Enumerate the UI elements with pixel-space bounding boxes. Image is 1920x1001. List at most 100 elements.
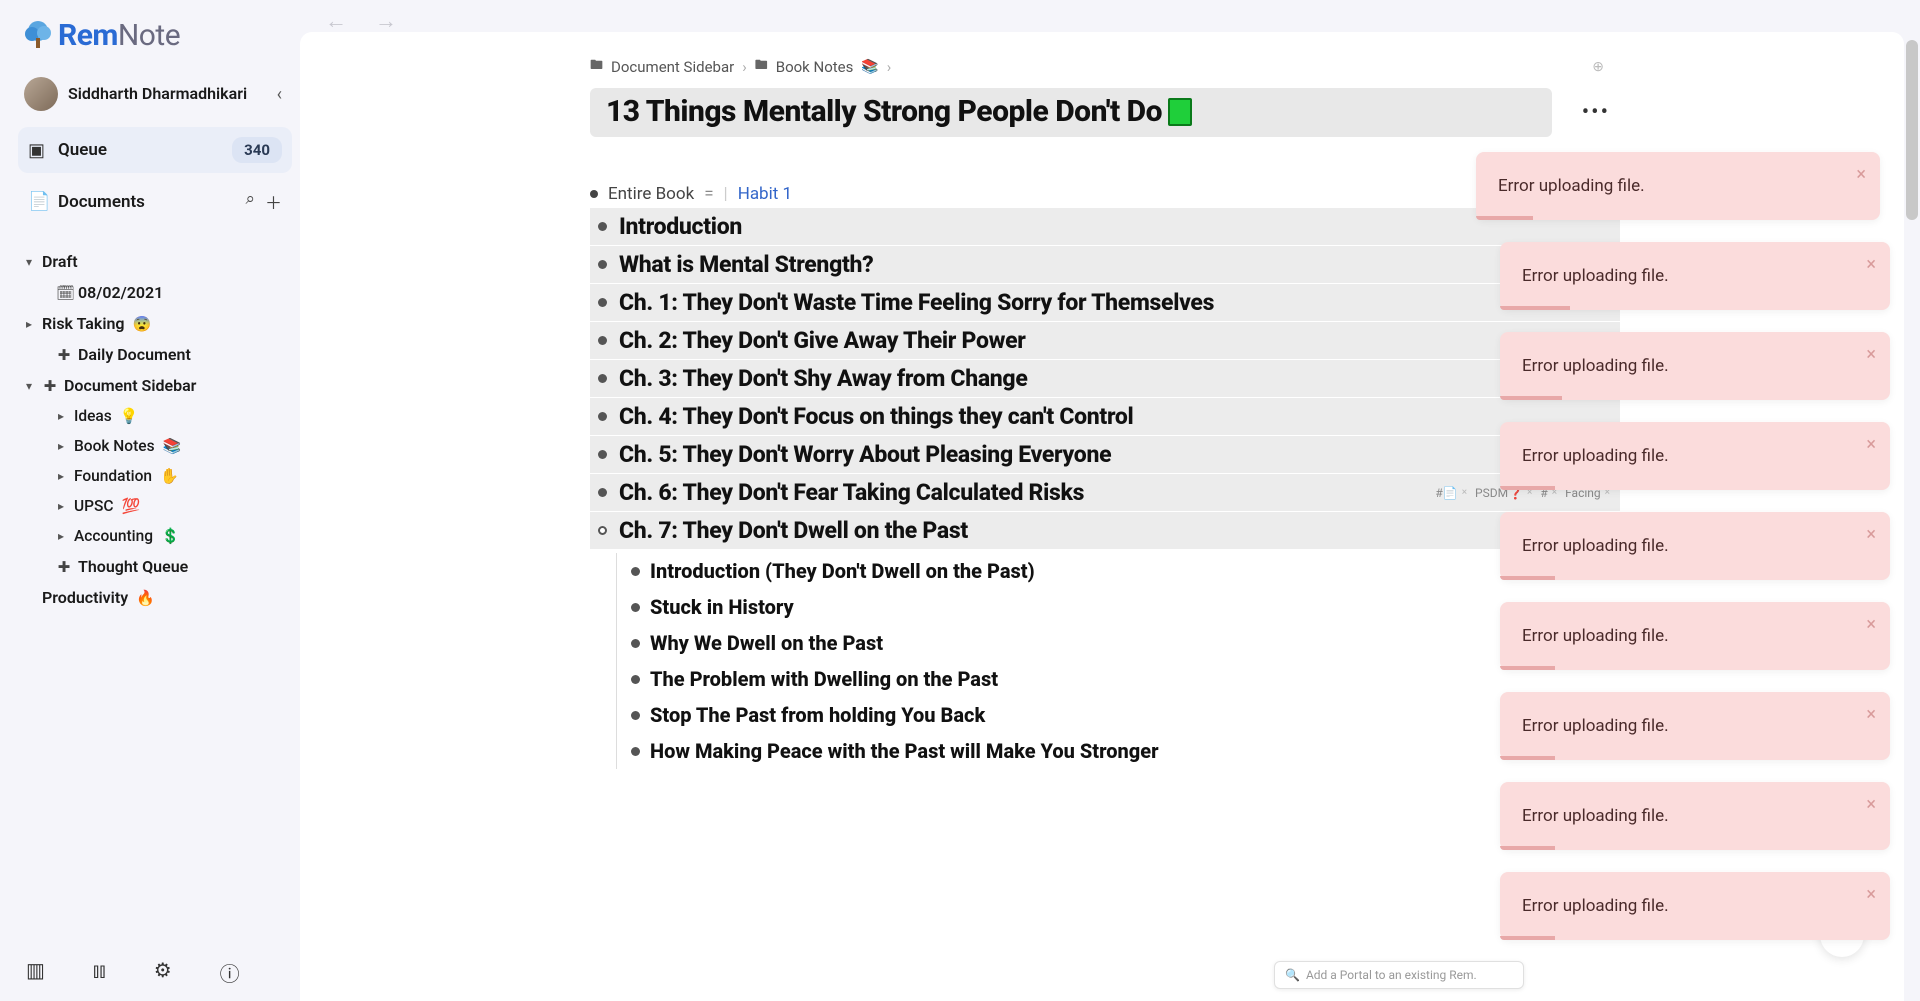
nav-back-button[interactable]: ← [325, 8, 347, 34]
search-icon[interactable]: ⌕ [245, 189, 255, 214]
stats-icon[interactable]: ⫾⫾ [93, 958, 106, 987]
error-toast: Error uploading file. × [1500, 332, 1890, 400]
close-icon[interactable]: × [1866, 344, 1876, 365]
toast-progress [1476, 216, 1533, 220]
plus-icon: ✚ [56, 558, 72, 576]
collapse-sidebar-button[interactable]: ‹ [273, 80, 286, 109]
document-body: Entire Book = | Habit 1 IntroductionWhat… [590, 181, 1620, 769]
plus-icon: ✚ [56, 346, 72, 364]
toast-progress [1500, 846, 1555, 850]
close-icon[interactable]: × [1866, 794, 1876, 815]
entire-book-line[interactable]: Entire Book = | Habit 1 [590, 181, 1620, 207]
error-toast: Error uploading file.× [1500, 242, 1890, 310]
nav-forward-button[interactable]: → [375, 8, 397, 34]
breadcrumb-book-notes[interactable]: Book Notes [776, 58, 854, 76]
close-icon[interactable]: × [1866, 254, 1876, 275]
add-document-button[interactable]: ＋ [265, 189, 282, 214]
toast-message: Error uploading file. [1498, 176, 1645, 196]
breadcrumb: 🖿 Document Sidebar › 🖿 Book Notes 📚 › ⊕ [590, 56, 1620, 78]
sidebar-item-risk-taking[interactable]: Risk Taking 😨 [18, 308, 292, 339]
sidebar-item-productivity[interactable]: Productivity 🔥 [18, 582, 292, 613]
portal-search-bar[interactable]: 🔍 Add a Portal to an existing Rem. [1274, 961, 1524, 989]
chapter-row[interactable]: Ch. 7: They Don't Dwell on the Past [590, 511, 1620, 549]
tree-icon [22, 20, 54, 52]
chapter-row[interactable]: Ch. 3: They Don't Shy Away from Change#📄… [590, 359, 1620, 397]
tag-remove-icon[interactable]: × [1462, 487, 1467, 498]
chapter-title: Ch. 3: They Don't Shy Away from Change [619, 365, 1028, 392]
toast-message: Error uploading file. [1522, 716, 1669, 736]
toast-message: Error uploading file. [1522, 896, 1669, 916]
sub-item[interactable]: The Problem with Dwelling on the Past [631, 661, 1620, 697]
bullet-icon [631, 567, 640, 576]
queue-button[interactable]: ▣ Queue 340 [18, 127, 292, 173]
toast-progress [1500, 306, 1570, 310]
scrollbar[interactable] [1906, 40, 1918, 220]
close-icon[interactable]: × [1866, 884, 1876, 905]
sub-item[interactable]: How Making Peace with the Past will Make… [631, 733, 1620, 769]
close-icon[interactable]: × [1866, 704, 1876, 725]
settings-icon[interactable]: ⚙ [154, 958, 172, 987]
sidebar-item-date[interactable]: 🗓 08/02/2021 [18, 277, 292, 308]
hundred-emoji-icon: 💯 [122, 497, 141, 515]
chapter-title: Ch. 2: They Don't Give Away Their Power [619, 327, 1026, 354]
chapter-row[interactable]: Ch. 4: They Don't Focus on things they c… [590, 397, 1620, 435]
more-menu-button[interactable]: ••• [1572, 100, 1620, 125]
sidebar-item-foundation[interactable]: Foundation ✋ [18, 461, 292, 491]
breadcrumb-document-sidebar[interactable]: Document Sidebar [611, 58, 734, 76]
queue-count: 340 [232, 137, 282, 163]
chapter-row[interactable]: Ch. 2: They Don't Give Away Their Power [590, 321, 1620, 359]
avatar [24, 77, 58, 111]
sidebar-item-ideas[interactable]: Ideas 💡 [18, 401, 292, 431]
bullet-icon [598, 488, 607, 497]
add-breadcrumb-button[interactable]: ⊕ [1592, 59, 1604, 75]
documents-row[interactable]: 📄 Documents ⌕ ＋ [18, 179, 292, 224]
close-icon[interactable]: × [1866, 614, 1876, 635]
chapter-title: Ch. 1: They Don't Waste Time Feeling Sor… [619, 289, 1214, 316]
error-toast: Error uploading file. × [1500, 872, 1890, 940]
tag[interactable]: #📄× [1435, 486, 1467, 500]
sub-item[interactable]: Why We Dwell on the Past [631, 625, 1620, 661]
sub-item[interactable]: Introduction (They Don't Dwell on the Pa… [631, 553, 1620, 589]
sidebar-item-document-sidebar[interactable]: ✚ Document Sidebar [18, 370, 292, 401]
logo-rem: Rem [58, 18, 118, 53]
sidebar-item-thought-queue[interactable]: ✚ Thought Queue [18, 551, 292, 582]
chapter-row[interactable]: Introduction [590, 207, 1620, 245]
habit-link[interactable]: Habit 1 [738, 184, 792, 204]
panels-icon[interactable]: ▥ [26, 958, 45, 987]
chapter-row[interactable]: Ch. 6: They Don't Fear Taking Calculated… [590, 473, 1620, 511]
dollar-emoji-icon: 💲 [161, 527, 180, 545]
sidebar-item-accounting[interactable]: Accounting 💲 [18, 521, 292, 551]
user-name: Siddharth Dharmadhikari [68, 84, 263, 103]
error-toast: Error uploading file.× [1500, 602, 1890, 670]
bullet-icon [598, 222, 607, 231]
info-icon[interactable]: ⓘ [220, 958, 240, 987]
chapter-row[interactable]: Ch. 1: They Don't Waste Time Feeling Sor… [590, 283, 1620, 321]
sidebar-item-draft[interactable]: Draft [18, 246, 292, 277]
close-icon[interactable]: × [1856, 164, 1866, 185]
error-toast: Error uploading file. × [1476, 152, 1880, 220]
toast-message: Error uploading file. [1522, 356, 1669, 376]
chapter-row[interactable]: Ch. 5: They Don't Worry About Pleasing E… [590, 435, 1620, 473]
sidebar-item-upsc[interactable]: UPSC 💯 [18, 491, 292, 521]
bullet-icon [598, 260, 607, 269]
calendar-icon: 🗓 [56, 284, 72, 302]
chapter-row[interactable]: What is Mental Strength? [590, 245, 1620, 283]
sidebar-item-daily-document[interactable]: ✚ Daily Document [18, 339, 292, 370]
toast-progress [1500, 666, 1555, 670]
bullet-icon [631, 747, 640, 756]
folder-icon: 🖿 [755, 56, 768, 78]
green-book-icon [1168, 98, 1192, 126]
logo-note: Note [118, 18, 180, 53]
sub-item[interactable]: Stop The Past from holding You Back [631, 697, 1620, 733]
app-logo[interactable]: RemNote [22, 18, 292, 53]
queue-label: Queue [58, 140, 222, 160]
bullet-icon [598, 450, 607, 459]
cards-icon: ▣ [28, 140, 48, 161]
close-icon[interactable]: × [1866, 434, 1876, 455]
page-title-block[interactable]: 13 Things Mentally Strong People Don't D… [590, 88, 1552, 137]
close-icon[interactable]: × [1866, 524, 1876, 545]
sidebar-item-book-notes[interactable]: Book Notes 📚 [18, 431, 292, 461]
sidebar: RemNote Siddharth Dharmadhikari ‹ ▣ Queu… [0, 0, 300, 1001]
user-profile[interactable]: Siddharth Dharmadhikari ‹ [18, 71, 292, 117]
sub-item[interactable]: Stuck in History [631, 589, 1620, 625]
